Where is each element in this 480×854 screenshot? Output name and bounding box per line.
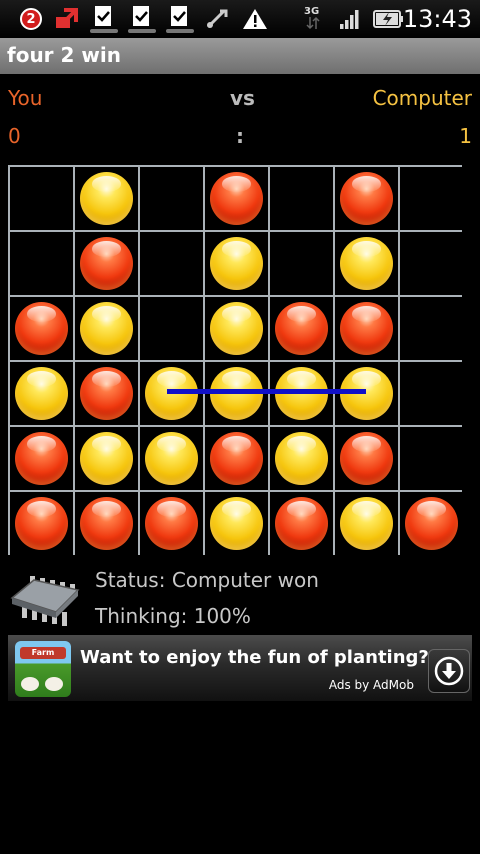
clock: 13:43 [402, 5, 472, 33]
download-icon[interactable] [428, 649, 470, 693]
download-done-icon [88, 4, 120, 34]
red-disc [80, 497, 133, 550]
player-label: You [8, 86, 43, 110]
ad-thumbnail[interactable]: Farm [15, 641, 71, 697]
board-cell[interactable] [205, 297, 268, 360]
board-cell[interactable] [75, 362, 138, 425]
board-cell[interactable] [335, 232, 398, 295]
ad-banner[interactable]: Farm Want to enjoy the fun of planting? … [8, 635, 472, 701]
board-cell[interactable] [335, 427, 398, 490]
board-cell[interactable] [75, 492, 138, 555]
3g-data-icon [306, 16, 320, 30]
red-disc [145, 497, 198, 550]
board-cell[interactable] [270, 167, 333, 230]
red-disc [80, 367, 133, 420]
board-cell[interactable] [205, 427, 268, 490]
red-disc [340, 432, 393, 485]
upload-icon [54, 4, 78, 34]
cpu-chip-icon [8, 568, 80, 630]
game-status: Status: Computer won [95, 568, 319, 592]
red-disc [210, 172, 263, 225]
yellow-disc [145, 432, 198, 485]
yellow-disc [210, 497, 263, 550]
download-done-icon [164, 4, 196, 34]
red-disc [15, 432, 68, 485]
board-cell[interactable] [75, 297, 138, 360]
board-cell[interactable] [10, 232, 73, 295]
opponent-score: 1 [459, 124, 472, 148]
yellow-disc [80, 172, 133, 225]
ad-thumbnail-text: Farm [20, 647, 66, 659]
red-disc [80, 237, 133, 290]
board-cell[interactable] [205, 167, 268, 230]
player-score: 0 [8, 124, 21, 148]
red-disc [340, 302, 393, 355]
signal-icon [338, 4, 362, 34]
app-title: four 2 win [7, 43, 121, 67]
board-cell[interactable] [140, 427, 203, 490]
board-cell[interactable] [400, 167, 463, 230]
thinking-progress: Thinking: 100% [95, 604, 251, 628]
warning-icon [242, 4, 268, 34]
red-disc [340, 172, 393, 225]
board-cell[interactable] [335, 167, 398, 230]
ad-headline[interactable]: Want to enjoy the fun of planting? [80, 647, 429, 668]
red-disc [15, 497, 68, 550]
board-cell[interactable] [140, 167, 203, 230]
red-disc [275, 497, 328, 550]
board-cell[interactable] [75, 232, 138, 295]
board-cell[interactable] [335, 297, 398, 360]
yellow-disc [80, 432, 133, 485]
board-cell[interactable] [270, 297, 333, 360]
red-disc [210, 432, 263, 485]
app-title-bar: four 2 win [0, 38, 480, 74]
red-disc [275, 302, 328, 355]
yellow-disc [210, 302, 263, 355]
notification-count: 2 [20, 8, 42, 30]
board-cell[interactable] [10, 492, 73, 555]
board-cell[interactable] [10, 362, 73, 425]
board-cell[interactable] [270, 427, 333, 490]
board-cell[interactable] [400, 297, 463, 360]
usb-debug-icon [204, 4, 230, 34]
board-cell[interactable] [400, 362, 463, 425]
yellow-disc [340, 237, 393, 290]
board-cell[interactable] [10, 427, 73, 490]
yellow-disc [15, 367, 68, 420]
yellow-disc [80, 302, 133, 355]
yellow-disc [275, 432, 328, 485]
ad-attribution: Ads by AdMob [328, 678, 414, 692]
red-disc [15, 302, 68, 355]
board-cell[interactable] [10, 297, 73, 360]
board-cell[interactable] [270, 232, 333, 295]
board-cell[interactable] [140, 492, 203, 555]
board-cell[interactable] [205, 232, 268, 295]
vs-label: vs [230, 86, 255, 110]
game-board[interactable] [8, 165, 463, 555]
board-cell[interactable] [140, 232, 203, 295]
score-separator: : [236, 124, 244, 148]
yellow-disc [210, 237, 263, 290]
board-cell[interactable] [270, 492, 333, 555]
board-cell[interactable] [205, 492, 268, 555]
board-cell[interactable] [75, 427, 138, 490]
board-cell[interactable] [335, 492, 398, 555]
status-bar: 2 3G 13:43 [0, 0, 480, 38]
board-cell[interactable] [10, 167, 73, 230]
yellow-disc [340, 497, 393, 550]
board-cell[interactable] [75, 167, 138, 230]
board-cell[interactable] [400, 427, 463, 490]
download-done-icon [126, 4, 158, 34]
notification-badge-icon[interactable]: 2 [20, 4, 42, 34]
opponent-label: Computer [372, 86, 472, 110]
board-cell[interactable] [400, 492, 463, 555]
board-cell[interactable] [400, 232, 463, 295]
red-disc [405, 497, 458, 550]
winning-line [167, 389, 366, 394]
battery-charging-icon [372, 4, 404, 34]
board-cell[interactable] [140, 297, 203, 360]
